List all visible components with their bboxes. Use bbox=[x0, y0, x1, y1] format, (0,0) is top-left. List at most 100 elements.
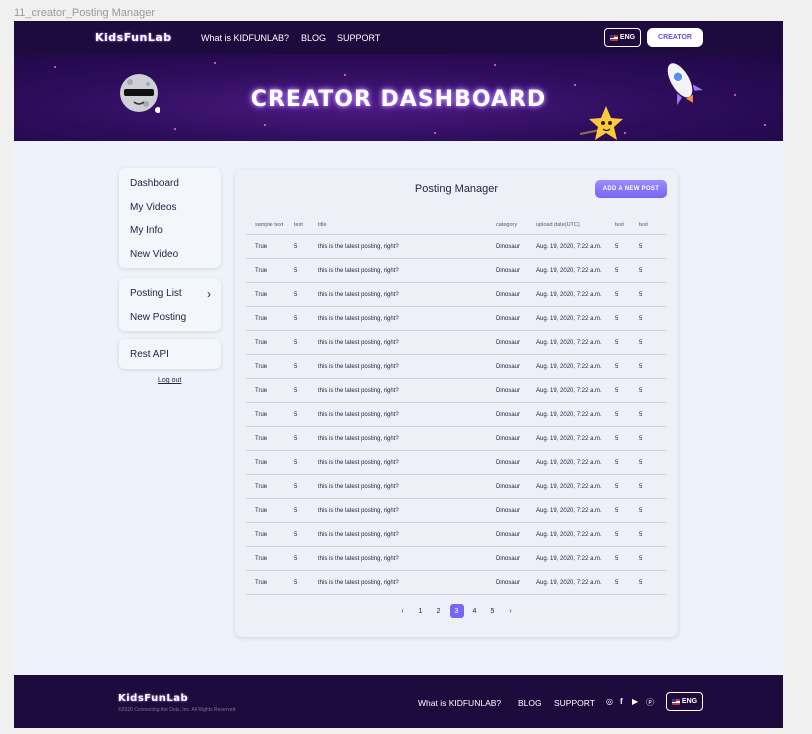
footer-logo[interactable]: KidsFunLab bbox=[118, 693, 188, 704]
instagram-icon[interactable]: ◎ bbox=[606, 697, 613, 706]
column-header[interactable]: sample text bbox=[246, 222, 294, 228]
table-row[interactable]: True 5 this is the latest posting, right? D… bbox=[246, 235, 667, 259]
table-cell: this is the latest posting, right? bbox=[318, 315, 399, 322]
table-cell: this is the latest posting, right? bbox=[318, 531, 399, 538]
table-cell: Dinosaur bbox=[496, 267, 521, 274]
table-row[interactable]: True 5 this is the latest posting, right? D… bbox=[246, 499, 667, 523]
table-cell: True bbox=[255, 291, 268, 298]
table-cell: Dinosaur bbox=[496, 387, 521, 394]
table-cell: this is the latest posting, right? bbox=[318, 339, 399, 346]
table-cell: this is the latest posting, right? bbox=[318, 459, 399, 466]
table-cell: 5 bbox=[615, 579, 619, 586]
hero-banner: CREATOR DASHBOARD bbox=[14, 54, 783, 141]
column-header[interactable]: category bbox=[496, 222, 536, 228]
page-button[interactable]: 2 bbox=[432, 604, 446, 618]
table-cell: True bbox=[255, 315, 268, 322]
table-row[interactable]: True 5 this is the latest posting, right? D… bbox=[246, 307, 667, 331]
table-cell: 5 bbox=[294, 459, 298, 466]
sidebar-item-label: My Info bbox=[130, 225, 163, 237]
sidebar-item-rest-api[interactable]: Rest API bbox=[119, 343, 221, 367]
sidebar-item-dashboard[interactable]: Dashboard bbox=[119, 172, 221, 196]
logo[interactable]: KidsFunLab bbox=[95, 31, 172, 44]
sidebar-item-label: Posting List bbox=[130, 288, 182, 300]
table-cell: Aug. 19, 2020, 7:22 a.m. bbox=[536, 243, 602, 250]
table-cell: Dinosaur bbox=[496, 363, 521, 370]
table-cell: 5 bbox=[294, 387, 298, 394]
sidebar-item-my-info[interactable]: My Info bbox=[119, 219, 221, 243]
sidebar-item-label: New Video bbox=[130, 248, 179, 260]
table-cell: 5 bbox=[615, 315, 619, 322]
table-cell: this is the latest posting, right? bbox=[318, 483, 399, 490]
column-header[interactable]: text bbox=[294, 222, 318, 228]
sidebar-item-new-posting[interactable]: New Posting bbox=[119, 306, 221, 330]
column-header[interactable]: title bbox=[318, 222, 496, 228]
table-cell: Aug. 19, 2020, 7:22 a.m. bbox=[536, 507, 602, 514]
page-button[interactable]: 1 bbox=[414, 604, 428, 618]
page-button[interactable]: 5 bbox=[486, 604, 500, 618]
nav-link-what-is[interactable]: What is KIDFUNLAB? bbox=[201, 33, 289, 43]
table-cell: Aug. 19, 2020, 7:22 a.m. bbox=[536, 339, 602, 346]
table-cell: Aug. 19, 2020, 7:22 a.m. bbox=[536, 291, 602, 298]
table-row[interactable]: True 5 this is the latest posting, right? D… bbox=[246, 259, 667, 283]
table-row[interactable]: True 5 this is the latest posting, right? D… bbox=[246, 403, 667, 427]
table-row[interactable]: True 5 this is the latest posting, right? D… bbox=[246, 451, 667, 475]
table-cell: this is the latest posting, right? bbox=[318, 291, 399, 298]
table-cell: 5 bbox=[639, 291, 643, 298]
table-row[interactable]: True 5 this is the latest posting, right? D… bbox=[246, 427, 667, 451]
table-cell: 5 bbox=[639, 339, 643, 346]
next-page-button[interactable]: › bbox=[504, 604, 518, 618]
logout-link[interactable]: Log out bbox=[158, 377, 181, 384]
table-cell: True bbox=[255, 339, 268, 346]
sidebar-item-my-videos[interactable]: My Videos bbox=[119, 196, 221, 220]
sidebar-item-new-video[interactable]: New Video bbox=[119, 243, 221, 267]
table-cell: Dinosaur bbox=[496, 411, 521, 418]
table-cell: 5 bbox=[615, 387, 619, 394]
table-cell: 5 bbox=[615, 363, 619, 370]
table-cell: Aug. 19, 2020, 7:22 a.m. bbox=[536, 267, 602, 274]
table-cell: Dinosaur bbox=[496, 339, 521, 346]
footer-link-what-is[interactable]: What is KIDFUNLAB? bbox=[418, 698, 501, 708]
creator-button[interactable]: CREATOR bbox=[647, 28, 703, 47]
footer-link-support[interactable]: SUPPORT bbox=[554, 698, 595, 708]
table-cell: 5 bbox=[294, 555, 298, 562]
table-cell: 5 bbox=[615, 267, 619, 274]
page-button[interactable]: 4 bbox=[468, 604, 482, 618]
prev-page-button[interactable]: ‹ bbox=[396, 604, 410, 618]
language-button[interactable]: ENG bbox=[604, 28, 641, 47]
table-cell: 5 bbox=[639, 243, 643, 250]
table-cell: 5 bbox=[615, 243, 619, 250]
table-row[interactable]: True 5 this is the latest posting, right? D… bbox=[246, 283, 667, 307]
table-row[interactable]: True 5 this is the latest posting, right? D… bbox=[246, 571, 667, 595]
facebook-icon[interactable]: f bbox=[620, 697, 623, 706]
table-cell: 5 bbox=[294, 315, 298, 322]
pinterest-icon[interactable]: ⓟ bbox=[646, 697, 654, 708]
table-cell: Dinosaur bbox=[496, 507, 521, 514]
sidebar-item-label: Rest API bbox=[130, 349, 169, 361]
nav-link-support[interactable]: SUPPORT bbox=[337, 33, 380, 43]
table-cell: True bbox=[255, 531, 268, 538]
table-row[interactable]: True 5 this is the latest posting, right? D… bbox=[246, 379, 667, 403]
table-cell: True bbox=[255, 459, 268, 466]
table-cell: 5 bbox=[639, 315, 643, 322]
table-cell: Aug. 19, 2020, 7:22 a.m. bbox=[536, 363, 602, 370]
table-row[interactable]: True 5 this is the latest posting, right? D… bbox=[246, 547, 667, 571]
sidebar-item-posting-list[interactable]: Posting List › bbox=[119, 282, 221, 306]
footer-language-button[interactable]: ENG bbox=[666, 692, 703, 711]
footer-link-blog[interactable]: BLOG bbox=[518, 698, 542, 708]
table-cell: True bbox=[255, 555, 268, 562]
table-cell: Dinosaur bbox=[496, 243, 521, 250]
table-row[interactable]: True 5 this is the latest posting, right? D… bbox=[246, 475, 667, 499]
table-cell: this is the latest posting, right? bbox=[318, 363, 399, 370]
table-cell: 5 bbox=[639, 579, 643, 586]
table-row[interactable]: True 5 this is the latest posting, right? D… bbox=[246, 331, 667, 355]
youtube-icon[interactable]: ▶ bbox=[632, 697, 638, 706]
sidebar-group-main: Dashboard My Videos My Info New Video bbox=[119, 168, 221, 268]
nav-link-blog[interactable]: BLOG bbox=[301, 33, 326, 43]
page-button[interactable]: 3 bbox=[449, 604, 464, 618]
table-row[interactable]: True 5 this is the latest posting, right? D… bbox=[246, 523, 667, 547]
add-new-post-button[interactable]: ADD A NEW POST bbox=[595, 180, 667, 198]
column-header[interactable]: text bbox=[615, 222, 639, 228]
table-row[interactable]: True 5 this is the latest posting, right? D… bbox=[246, 355, 667, 379]
column-header[interactable]: text bbox=[639, 222, 663, 228]
column-header[interactable]: upload date(UTC) bbox=[536, 222, 615, 228]
